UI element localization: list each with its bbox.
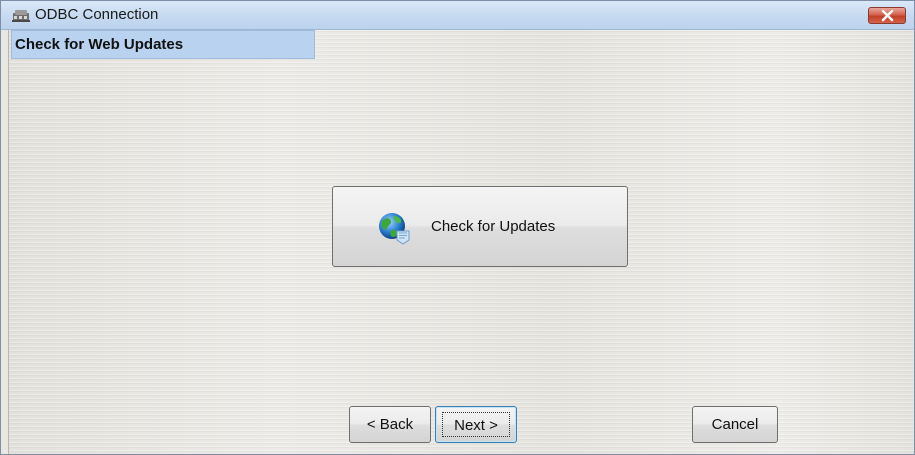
window-title: ODBC Connection xyxy=(35,6,159,23)
globe-update-icon xyxy=(377,211,411,245)
next-button[interactable]: Next > xyxy=(435,406,517,443)
left-panel-edge xyxy=(1,30,9,454)
odbc-connection-window: ODBC Connection Check for Web Updates Ch… xyxy=(0,0,915,455)
section-header: Check for Web Updates xyxy=(11,30,315,59)
title-bar[interactable]: ODBC Connection xyxy=(1,1,914,30)
close-icon xyxy=(881,10,894,22)
next-button-label: Next > xyxy=(442,412,510,437)
close-button[interactable] xyxy=(868,7,906,24)
check-for-updates-button[interactable]: Check for Updates xyxy=(332,186,628,267)
back-button[interactable]: < Back xyxy=(349,406,431,443)
section-header-label: Check for Web Updates xyxy=(15,36,184,53)
odbc-app-icon xyxy=(12,7,30,23)
cancel-button[interactable]: Cancel xyxy=(692,406,778,443)
check-for-updates-label: Check for Updates xyxy=(431,218,556,235)
